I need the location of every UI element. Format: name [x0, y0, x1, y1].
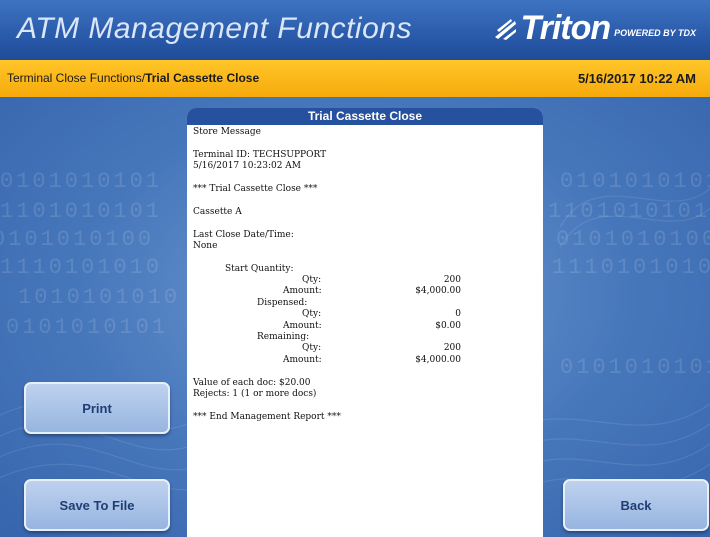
- report-footer: *** End Management Report ***: [193, 411, 341, 422]
- breadcrumb: Terminal Close Functions/Trial Cassette …: [7, 71, 259, 85]
- dispensed-qty-label: Qty:: [302, 309, 322, 320]
- triton-trident-icon: [495, 19, 517, 40]
- report-line: [193, 173, 537, 184]
- save-to-file-button[interactable]: Save To File: [24, 479, 170, 531]
- report-body[interactable]: Store Message Terminal ID: TECHSUPPORT 5…: [187, 125, 543, 423]
- report-line: [193, 218, 537, 229]
- start-qty-value: 200: [443, 275, 461, 286]
- binary-decoration: 0101010100: [0, 227, 155, 252]
- report-line: Amount: $0.00: [193, 321, 537, 332]
- report-line: [193, 252, 537, 263]
- section-header: *** Trial Cassette Close ***: [193, 183, 318, 194]
- report-line: Amount: $4,000.00: [193, 286, 537, 297]
- remaining-amount-value: $4,000.00: [415, 354, 461, 365]
- dispensed-amount-value: $0.00: [435, 320, 461, 331]
- binary-decoration: 0101010100: [556, 227, 710, 252]
- remaining-qty-label: Qty:: [302, 343, 322, 354]
- report-line: Terminal ID: TECHSUPPORT: [193, 150, 537, 161]
- report-line: Qty: 0: [193, 309, 537, 320]
- start-qty-label: Qty:: [302, 275, 322, 286]
- remaining-qty-value: 200: [443, 343, 461, 354]
- report-line: Amount: $4,000.00: [193, 355, 537, 366]
- binary-decoration: 1110101010: [552, 255, 710, 280]
- report-line: [193, 366, 537, 377]
- report-line: Rejects: 1 (1 or more docs): [193, 389, 537, 400]
- breadcrumb-current: Trial Cassette Close: [145, 71, 260, 85]
- report-line: Qty: 200: [193, 275, 537, 286]
- start-quantity-label: Start Quantity:: [225, 263, 294, 274]
- binary-decoration: 0101010101: [0, 169, 163, 194]
- doc-value: Value of each doc: $20.00: [193, 377, 311, 388]
- start-amount-label: Amount:: [283, 286, 322, 297]
- binary-decoration: 1101010101: [0, 199, 163, 224]
- binary-decoration: 0101010101: [560, 355, 710, 380]
- terminal-id: Terminal ID: TECHSUPPORT: [193, 149, 327, 160]
- remaining-label: Remaining:: [257, 332, 310, 343]
- brand-logo: Triton POWERED BY TDX: [492, 11, 696, 45]
- last-close-label: Last Close Date/Time:: [193, 229, 294, 240]
- app-title: ATM Management Functions: [17, 12, 412, 45]
- report-line: *** Trial Cassette Close ***: [193, 184, 537, 195]
- last-close-value: None: [193, 240, 218, 251]
- report-line: Store Message: [193, 127, 537, 138]
- report-line: None: [193, 241, 537, 252]
- report-line: Start Quantity:: [193, 264, 537, 275]
- binary-decoration: 1110101010: [0, 255, 163, 280]
- report-panel: Trial Cassette Close Store Message Termi…: [187, 108, 543, 537]
- back-button[interactable]: Back: [563, 479, 709, 531]
- report-line: [193, 400, 537, 411]
- report-line: Dispensed:: [193, 298, 537, 309]
- rejects: Rejects: 1 (1 or more docs): [193, 388, 317, 399]
- brand-name: Triton: [520, 9, 611, 47]
- report-line: [193, 138, 537, 149]
- date-time: 5/16/2017 10:22 AM: [577, 71, 696, 86]
- report-line: Qty: 200: [193, 343, 537, 354]
- dispensed-amount-label: Amount:: [283, 320, 322, 331]
- store-message: Store Message: [193, 127, 261, 137]
- dispensed-label: Dispensed:: [257, 297, 308, 308]
- report-line: [193, 195, 537, 206]
- breadcrumb-bar: Terminal Close Functions/Trial Cassette …: [0, 60, 710, 97]
- report-line: *** End Management Report ***: [193, 412, 537, 423]
- report-line: Cassette A: [193, 207, 537, 218]
- binary-decoration: 0101010101: [6, 315, 169, 340]
- binary-decoration: 0101010101: [560, 169, 710, 194]
- header-bar: ATM Management Functions Triton POWERED …: [0, 0, 710, 60]
- breadcrumb-path: Terminal Close Functions/: [7, 71, 146, 85]
- report-timestamp: 5/16/2017 10:23:02 AM: [193, 161, 302, 172]
- cassette-name: Cassette A: [193, 206, 242, 217]
- dispensed-qty-value: 0: [455, 309, 461, 320]
- brand-tagline: POWERED BY TDX: [614, 28, 696, 38]
- report-line: 5/16/2017 10:23:02 AM: [193, 161, 537, 172]
- report-line: Value of each doc: $20.00: [193, 378, 537, 389]
- report-line: Remaining:: [193, 332, 537, 343]
- print-button[interactable]: Print: [24, 382, 170, 434]
- report-title: Trial Cassette Close: [187, 108, 543, 125]
- remaining-amount-label: Amount:: [283, 354, 322, 365]
- start-amount-value: $4,000.00: [415, 286, 461, 297]
- report-line: Last Close Date/Time:: [193, 230, 537, 241]
- binary-decoration: 1101010101: [548, 199, 710, 224]
- binary-decoration: 1010101010: [18, 285, 181, 310]
